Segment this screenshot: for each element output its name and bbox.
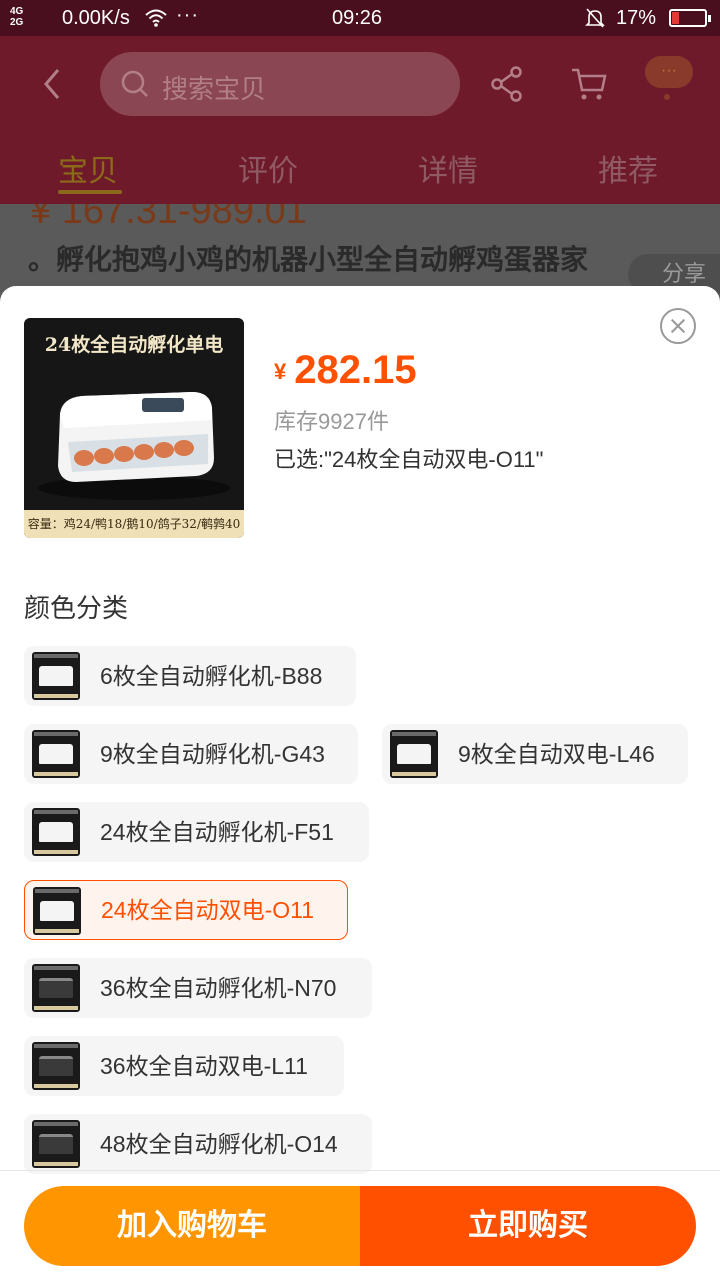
buy-now-button[interactable]: 立即购买	[360, 1186, 696, 1266]
tab-details[interactable]: 详情	[418, 146, 478, 190]
sku-option-thumbnail	[32, 808, 80, 856]
chevron-left-icon	[44, 69, 60, 99]
network-type-bottom: 2G	[10, 17, 24, 28]
sku-option-label: 36枚全自动双电-L11	[100, 1053, 308, 1079]
network-type-top: 4G	[10, 6, 24, 17]
sku-option-label: 9枚全自动孵化机-G43	[100, 741, 325, 767]
sku-option-thumbnail	[32, 964, 80, 1012]
sku-option[interactable]: 24枚全自动孵化机-F51	[24, 802, 369, 862]
sku-option-label: 48枚全自动孵化机-O14	[100, 1131, 338, 1157]
battery-icon	[669, 9, 711, 27]
price-value: 282.15	[294, 348, 417, 392]
sku-option-label: 36枚全自动孵化机-N70	[100, 975, 337, 1001]
tab-product[interactable]: 宝贝	[58, 146, 118, 190]
sku-option-label: 9枚全自动双电-L46	[458, 741, 655, 767]
unread-dot	[664, 94, 670, 100]
search-icon	[120, 69, 150, 104]
footer-divider	[0, 1170, 720, 1171]
product-header: 搜索宝贝 ··· 宝贝 评价 详情 推荐	[0, 36, 720, 204]
search-input[interactable]: 搜索宝贝	[100, 52, 460, 116]
bell-muted-icon	[584, 7, 606, 35]
sku-option[interactable]: 36枚全自动双电-L11	[24, 1036, 344, 1096]
sku-option[interactable]: 6枚全自动孵化机-B88	[24, 646, 356, 706]
search-placeholder: 搜索宝贝	[162, 74, 267, 104]
close-button[interactable]	[660, 308, 696, 344]
sku-option-thumbnail	[32, 652, 80, 700]
sku-option[interactable]: 48枚全自动孵化机-O14	[24, 1114, 372, 1174]
network-speed: 0.00K/s	[62, 7, 130, 29]
sku-option-thumbnail	[32, 730, 80, 778]
sku-option[interactable]: 9枚全自动孵化机-G43	[24, 724, 358, 784]
product-thumbnail[interactable]: 24枚全自动孵化单电 容量：鸡24/鸭18/鹅10/鸽子32/鹌鹑40	[24, 318, 244, 538]
sku-option[interactable]: 36枚全自动孵化机-N70	[24, 958, 372, 1018]
sku-option-label: 24枚全自动孵化机-F51	[100, 819, 334, 845]
product-title: 。孵化抱鸡小鸡的机器小型全自动孵鸡蛋器家	[28, 244, 589, 275]
color-category-label: 颜色分类	[24, 593, 129, 623]
tab-bar: 宝贝 评价 详情 推荐	[0, 140, 720, 200]
incubator-image-icon	[38, 392, 230, 500]
active-tab-indicator	[58, 190, 122, 194]
add-to-cart-button[interactable]: 加入购物车	[24, 1186, 360, 1266]
sku-price: ¥282.15	[274, 348, 417, 393]
status-bar: 4G 2G 0.00K/s ··· 09:26 17%	[0, 0, 720, 36]
share-button[interactable]	[490, 66, 524, 107]
sku-option-label: 24枚全自动双电-O11	[101, 897, 315, 923]
tab-recommend[interactable]: 推荐	[598, 146, 658, 190]
share-icon	[491, 66, 522, 102]
more-menu-button[interactable]: ···	[645, 56, 693, 88]
stock-count: 库存9927件	[274, 409, 389, 434]
sku-option-thumbnail	[390, 730, 438, 778]
selected-sku-text: 已选:"24枚全自动双电-O11"	[274, 447, 544, 472]
price-range: ¥ 167.31-989.01	[30, 204, 307, 232]
share-pill-label: 分享	[662, 261, 707, 286]
sku-option-thumbnail	[33, 887, 81, 935]
product-thumbnail-caption: 容量：鸡24/鸭18/鹅10/鸽子32/鹌鹑40	[24, 510, 244, 538]
cart-icon	[572, 68, 607, 100]
cart-button[interactable]	[570, 66, 608, 107]
clock: 09:26	[332, 7, 383, 29]
currency-symbol: ¥	[274, 359, 287, 384]
battery-percent: 17%	[616, 7, 657, 29]
sku-option[interactable]: 9枚全自动双电-L46	[382, 724, 688, 784]
network-type-indicator: 4G 2G	[10, 6, 23, 28]
sku-option-thumbnail	[32, 1120, 80, 1168]
sku-option-label: 6枚全自动孵化机-B88	[100, 663, 323, 689]
wifi-icon	[144, 8, 168, 34]
notification-dots: ···	[176, 4, 199, 26]
sku-selector-sheet: 24枚全自动孵化单电 容量：鸡24/鸭18/鹅10/鸽子32/鹌鹑40 ¥282…	[0, 286, 720, 1280]
tab-reviews[interactable]: 评价	[238, 146, 298, 190]
sku-option-thumbnail	[32, 1042, 80, 1090]
back-button[interactable]	[38, 66, 68, 102]
sku-option-selected[interactable]: 24枚全自动双电-O11	[24, 880, 348, 940]
